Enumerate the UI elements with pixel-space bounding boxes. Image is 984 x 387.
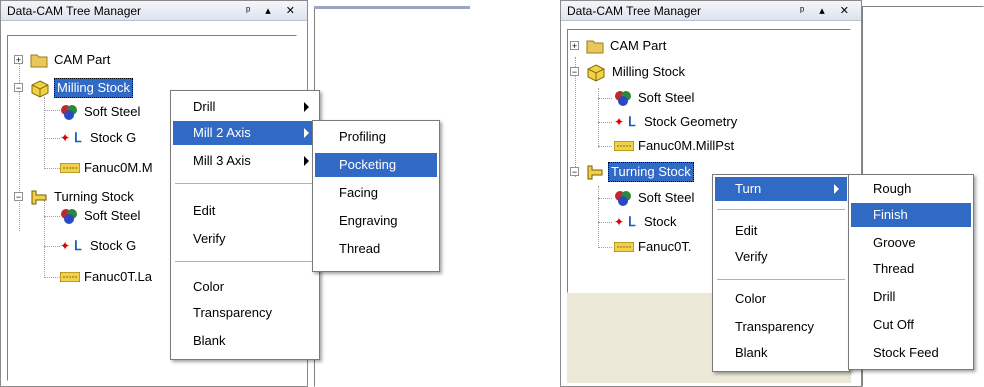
menu-item-drill[interactable]: Drill bbox=[173, 95, 317, 119]
submenu-item-stock-feed[interactable]: Stock Feed bbox=[851, 341, 971, 365]
folder-icon bbox=[30, 54, 48, 68]
panel-title-bar: Data-CAM Tree Manager ᵖ ▴ ✕ bbox=[1, 1, 307, 21]
menu-item-mill-2-axis[interactable]: Mill 2 Axis bbox=[173, 121, 317, 145]
submenu-arrow-icon bbox=[304, 128, 309, 138]
expand-icon[interactable]: + bbox=[570, 41, 579, 51]
menu-item-blank[interactable]: Blank bbox=[173, 329, 317, 353]
menu-separator bbox=[175, 261, 315, 262]
menu-item-transparency[interactable]: Transparency bbox=[715, 315, 847, 339]
pin-icon[interactable]: ᵖ bbox=[800, 5, 810, 17]
stock-geometry-icon: ᒪ bbox=[74, 238, 82, 253]
collapse-icon[interactable]: − bbox=[14, 83, 23, 93]
submenu-item-rough[interactable]: Rough bbox=[851, 177, 971, 201]
menu-item-edit[interactable]: Edit bbox=[715, 219, 847, 243]
submenu-item-drill[interactable]: Drill bbox=[851, 285, 971, 309]
submenu-item-thread[interactable]: Thread bbox=[851, 257, 971, 281]
submenu-arrow-icon bbox=[834, 184, 839, 194]
context-menu: Turn Edit Verify Color Transparency Blan… bbox=[712, 174, 850, 372]
pin-icon[interactable]: ᵖ bbox=[246, 5, 256, 17]
submenu-item-facing[interactable]: Facing bbox=[315, 181, 437, 205]
expand-icon[interactable]: + bbox=[14, 55, 23, 65]
menu-separator bbox=[175, 183, 315, 184]
menu-item-color[interactable]: Color bbox=[715, 287, 847, 311]
post-icon bbox=[614, 242, 634, 252]
menu-item-transparency[interactable]: Transparency bbox=[173, 301, 317, 325]
collapse-icon[interactable]: − bbox=[570, 167, 579, 177]
stock-geometry-icon: ᒪ bbox=[74, 130, 82, 145]
submenu-item-thread[interactable]: Thread bbox=[315, 237, 437, 261]
turning-stock-icon bbox=[31, 190, 47, 205]
panel-controls: ᵖ ▴ ✕ bbox=[246, 1, 301, 21]
post-icon bbox=[614, 141, 634, 151]
editor-top-border bbox=[314, 6, 470, 9]
submenu-item-finish[interactable]: Finish bbox=[851, 203, 971, 227]
panel-title-bar: Data-CAM Tree Manager ᵖ ▴ ✕ bbox=[561, 1, 861, 21]
panel-title: Data-CAM Tree Manager bbox=[7, 4, 142, 18]
menu-item-edit[interactable]: Edit bbox=[173, 199, 317, 223]
red-star-icon: ✦ bbox=[614, 215, 625, 229]
submenu-turn: Rough Finish Groove Thread Drill Cut Off… bbox=[848, 174, 974, 370]
material-icon bbox=[61, 105, 77, 120]
submenu-item-pocketing[interactable]: Pocketing bbox=[315, 153, 437, 177]
post-icon bbox=[60, 163, 80, 173]
menu-separator bbox=[717, 279, 845, 280]
material-icon bbox=[615, 91, 631, 106]
folder-icon bbox=[586, 40, 604, 54]
collapse-icon[interactable]: − bbox=[14, 192, 23, 202]
collapse-close-icons[interactable]: ▴ ✕ bbox=[819, 5, 855, 17]
menu-item-verify[interactable]: Verify bbox=[715, 245, 847, 269]
submenu-mill-2-axis: Profiling Pocketing Facing Engraving Thr… bbox=[312, 120, 440, 272]
submenu-item-engraving[interactable]: Engraving bbox=[315, 209, 437, 233]
post-icon bbox=[60, 272, 80, 282]
submenu-arrow-icon bbox=[304, 156, 309, 166]
stock-geometry-icon: ᒪ bbox=[628, 214, 636, 229]
red-star-icon: ✦ bbox=[60, 131, 71, 145]
menu-item-turn[interactable]: Turn bbox=[715, 177, 847, 201]
red-star-icon: ✦ bbox=[614, 115, 625, 129]
stock-geometry-icon: ᒪ bbox=[628, 114, 636, 129]
submenu-item-profiling[interactable]: Profiling bbox=[315, 125, 437, 149]
material-icon bbox=[61, 209, 77, 224]
turning-stock-icon bbox=[587, 165, 603, 180]
red-star-icon: ✦ bbox=[60, 239, 71, 253]
submenu-arrow-icon bbox=[304, 102, 309, 112]
context-menu: Drill Mill 2 Axis Mill 3 Axis Edit Verif… bbox=[170, 90, 320, 360]
collapse-close-icons[interactable]: ▴ ✕ bbox=[265, 5, 301, 17]
submenu-item-cut-off[interactable]: Cut Off bbox=[851, 313, 971, 337]
panel-title: Data-CAM Tree Manager bbox=[567, 4, 702, 18]
collapse-icon[interactable]: − bbox=[570, 67, 579, 77]
menu-item-mill-3-axis[interactable]: Mill 3 Axis bbox=[173, 149, 317, 173]
material-icon bbox=[615, 191, 631, 206]
menu-separator bbox=[717, 209, 845, 210]
menu-item-blank[interactable]: Blank bbox=[715, 341, 847, 365]
panel-controls: ᵖ ▴ ✕ bbox=[800, 1, 855, 21]
milling-stock-icon bbox=[31, 80, 49, 98]
milling-stock-icon bbox=[587, 64, 605, 82]
submenu-item-groove[interactable]: Groove bbox=[851, 231, 971, 255]
menu-item-color[interactable]: Color bbox=[173, 275, 317, 299]
menu-item-verify[interactable]: Verify bbox=[173, 227, 317, 251]
